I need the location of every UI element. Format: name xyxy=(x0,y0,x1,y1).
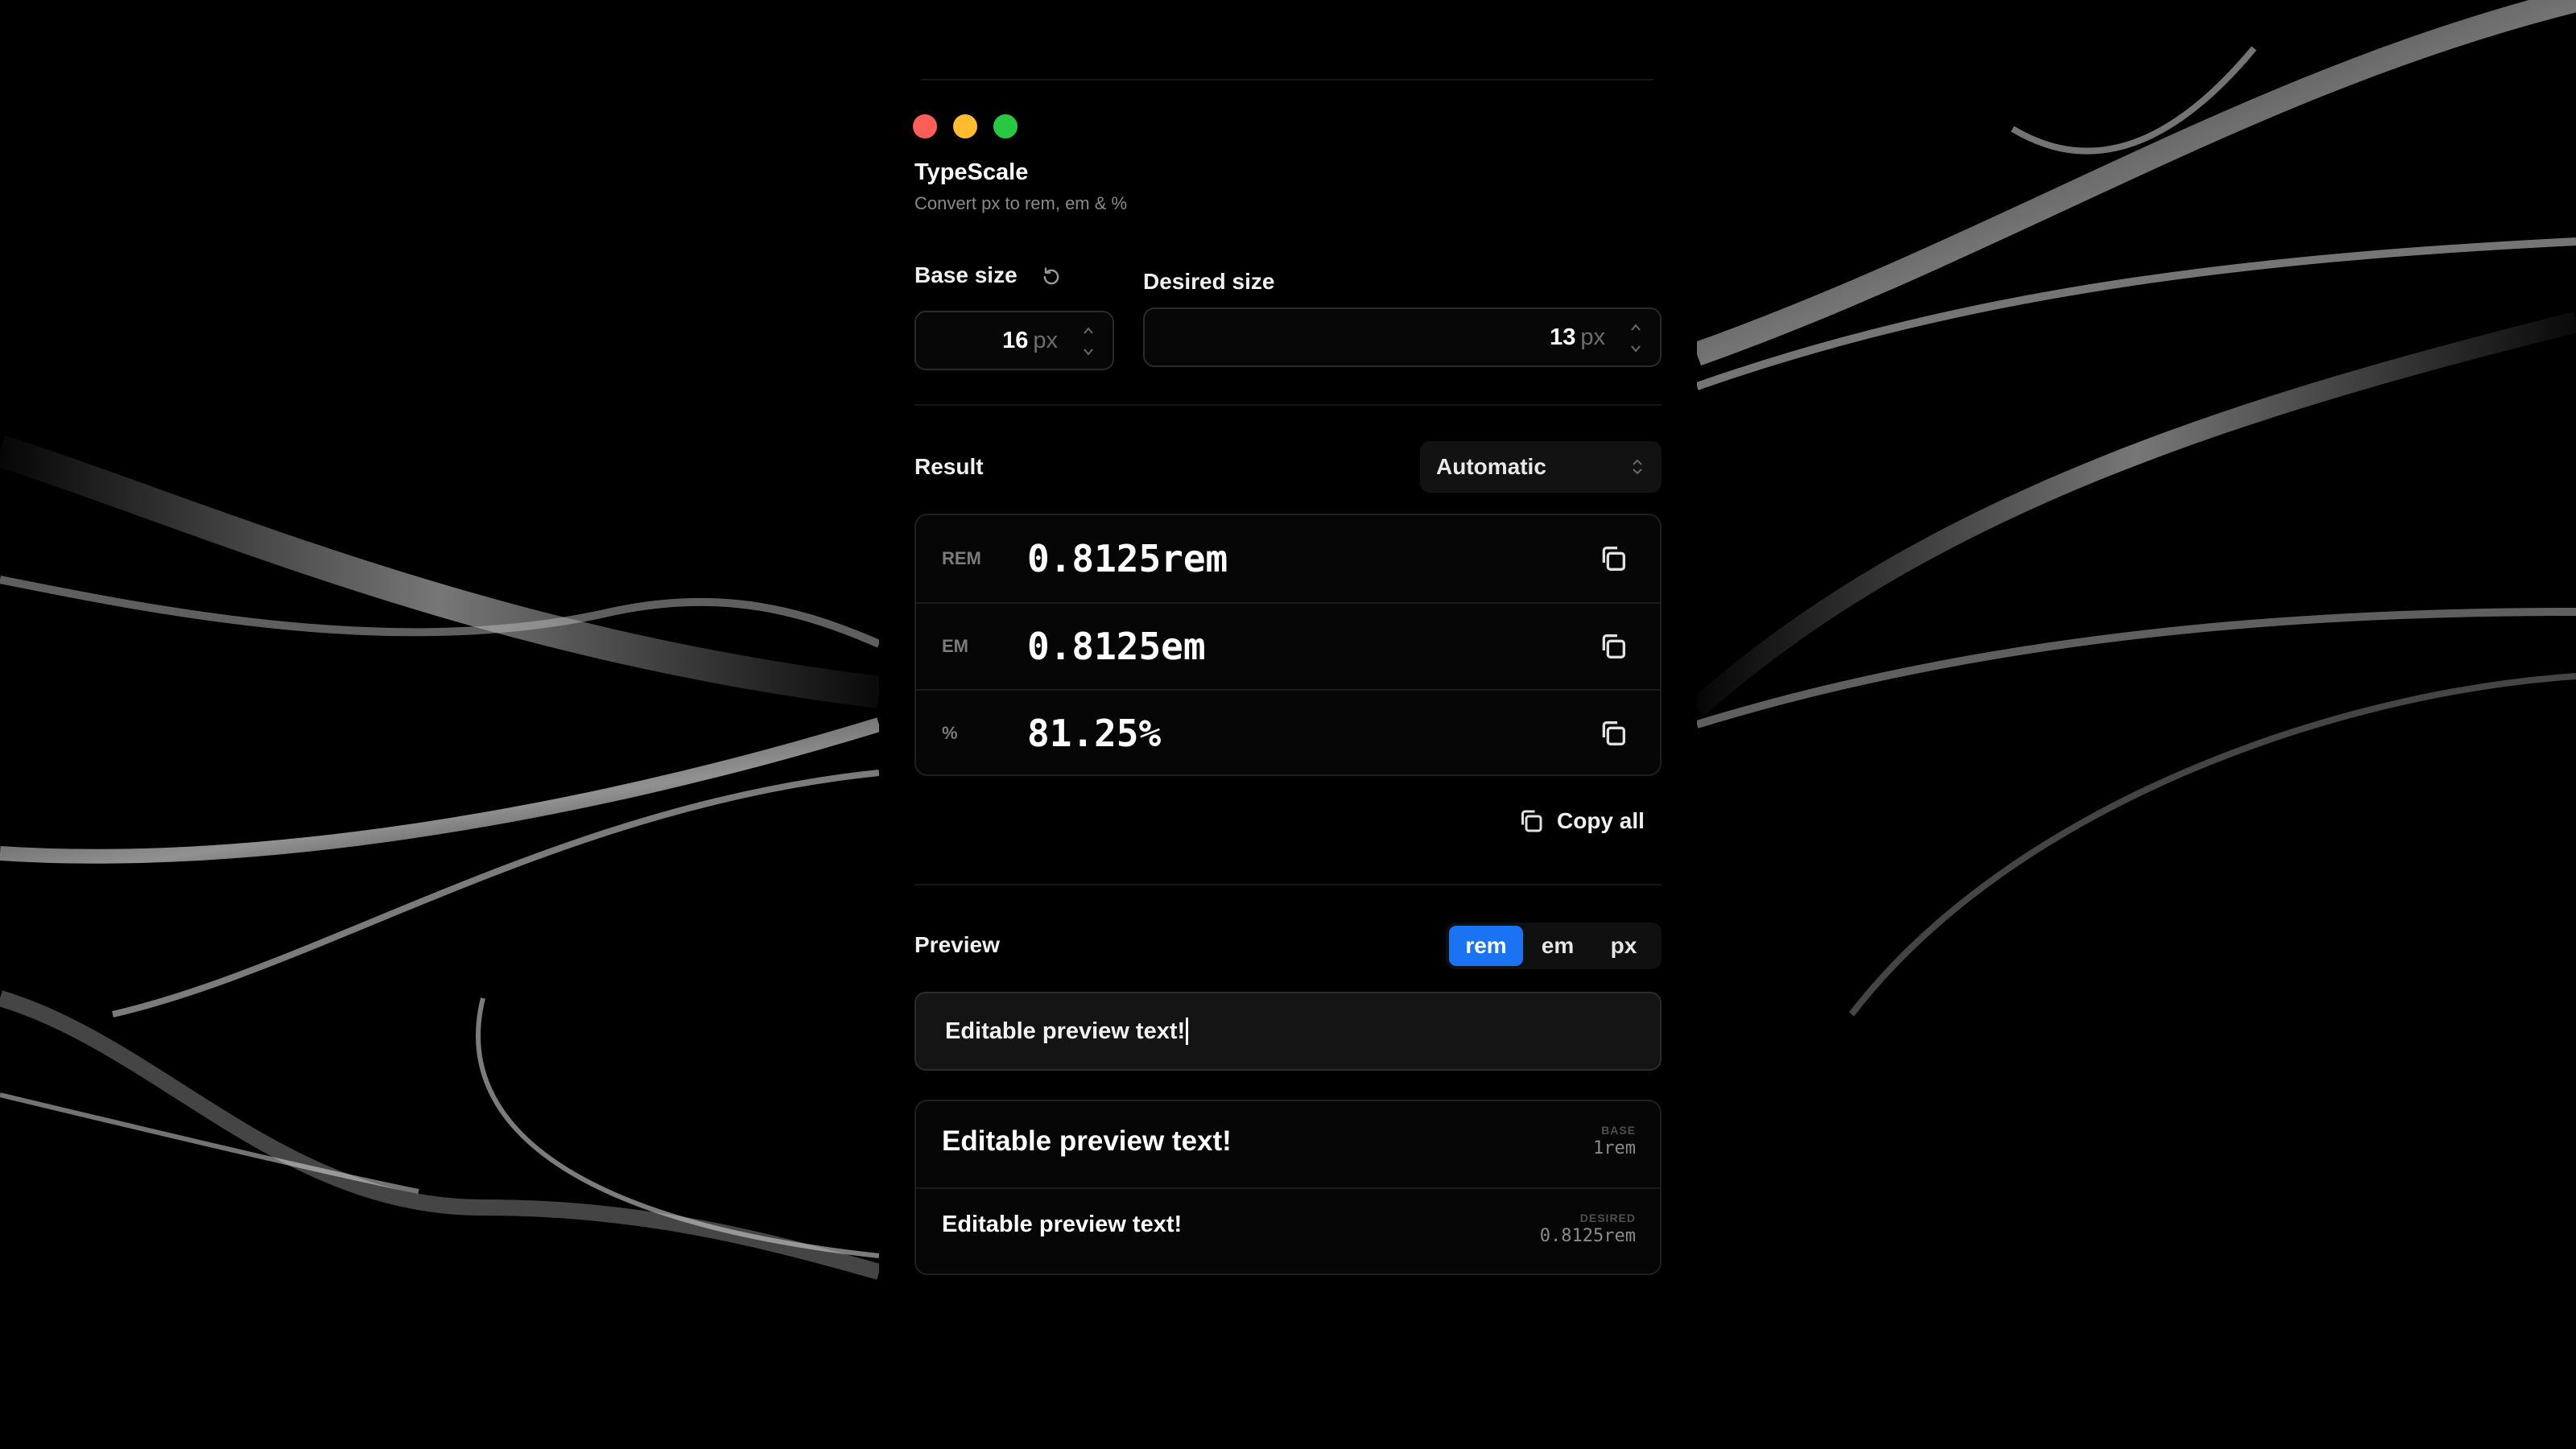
preview-sample-text: Editable preview text! xyxy=(942,1125,1232,1157)
copy-all-button[interactable]: Copy all xyxy=(1517,807,1645,836)
preview-row-desired: Editable preview text! DESIRED 0.8125rem xyxy=(916,1187,1660,1274)
divider xyxy=(914,884,1662,886)
result-unit: REM xyxy=(942,548,981,568)
result-mode-value: Automatic xyxy=(1436,454,1546,479)
chevron-up-icon[interactable] xyxy=(1080,324,1096,338)
preview-samples: Editable preview text! BASE 1rem Editabl… xyxy=(914,1100,1662,1275)
copy-icon[interactable] xyxy=(1597,630,1629,663)
preview-label: Preview xyxy=(914,932,1000,957)
copy-icon xyxy=(1521,810,1542,832)
base-size-field[interactable]: 16 px xyxy=(914,311,1114,370)
preview-meta: DESIRED 0.8125rem xyxy=(1540,1212,1636,1246)
segment-rem[interactable]: rem xyxy=(1449,926,1523,966)
close-window-button[interactable] xyxy=(913,114,937,138)
divider xyxy=(914,404,1662,406)
chevron-down-icon[interactable] xyxy=(1628,341,1644,356)
results-list: REM 0.8125rem EM 0.8125em % 81.25% xyxy=(914,514,1662,776)
preview-tag: DESIRED xyxy=(1579,1212,1636,1224)
segment-px[interactable]: px xyxy=(1592,926,1655,966)
result-row-rem: REM 0.8125rem xyxy=(916,515,1660,602)
result-unit: % xyxy=(942,723,958,743)
chevron-up-icon[interactable] xyxy=(1628,320,1644,335)
result-value: 81.25% xyxy=(1027,712,1162,755)
base-size-unit: px xyxy=(1033,327,1058,353)
result-row-em: EM 0.8125em xyxy=(916,602,1660,689)
copy-icon[interactable] xyxy=(1597,543,1629,575)
segment-em[interactable]: em xyxy=(1523,926,1592,966)
app-subtitle: Convert px to rem, em & % xyxy=(914,193,1128,213)
chevron-down-icon[interactable] xyxy=(1080,345,1096,359)
result-mode-select[interactable]: Automatic xyxy=(1420,441,1662,493)
base-size-label: Base size xyxy=(914,262,1018,287)
desired-size-label: Desired size xyxy=(1143,269,1275,294)
base-size-stepper[interactable] xyxy=(1079,324,1098,359)
maximize-window-button[interactable] xyxy=(993,114,1018,138)
reset-icon[interactable] xyxy=(1040,266,1063,288)
result-row-percent: % 81.25% xyxy=(916,689,1660,776)
preview-input-value: Editable preview text! xyxy=(945,1018,1186,1044)
preview-meta: BASE 1rem xyxy=(1593,1124,1636,1158)
copy-all-label: Copy all xyxy=(1557,808,1645,833)
top-divider xyxy=(921,79,1653,80)
result-unit: EM xyxy=(942,636,968,656)
result-value: 0.8125rem xyxy=(1027,537,1228,580)
preview-sample-text: Editable preview text! xyxy=(942,1212,1183,1237)
chevron-updown-icon xyxy=(1633,459,1642,475)
copy-icon[interactable] xyxy=(1597,717,1629,749)
base-size-value: 16 xyxy=(1002,327,1029,353)
text-caret xyxy=(1186,1018,1189,1045)
desired-size-unit: px xyxy=(1580,324,1605,350)
app-title: TypeScale xyxy=(914,159,1029,185)
preview-unit-toggle: rem em px xyxy=(1446,923,1662,969)
preview-size: 1rem xyxy=(1593,1138,1636,1158)
result-label: Result xyxy=(914,454,984,479)
minimize-window-button[interactable] xyxy=(953,114,977,138)
preview-tag: BASE xyxy=(1601,1124,1636,1137)
preview-text-input[interactable]: Editable preview text! xyxy=(914,992,1662,1071)
desired-size-field[interactable]: 13 px xyxy=(1143,308,1662,367)
desired-size-value: 13 xyxy=(1550,324,1576,350)
preview-row-base: Editable preview text! BASE 1rem xyxy=(916,1101,1660,1187)
window-controls xyxy=(913,114,1018,138)
preview-size: 0.8125rem xyxy=(1539,1226,1636,1246)
desired-size-stepper[interactable] xyxy=(1626,320,1645,356)
result-value: 0.8125em xyxy=(1027,625,1206,668)
